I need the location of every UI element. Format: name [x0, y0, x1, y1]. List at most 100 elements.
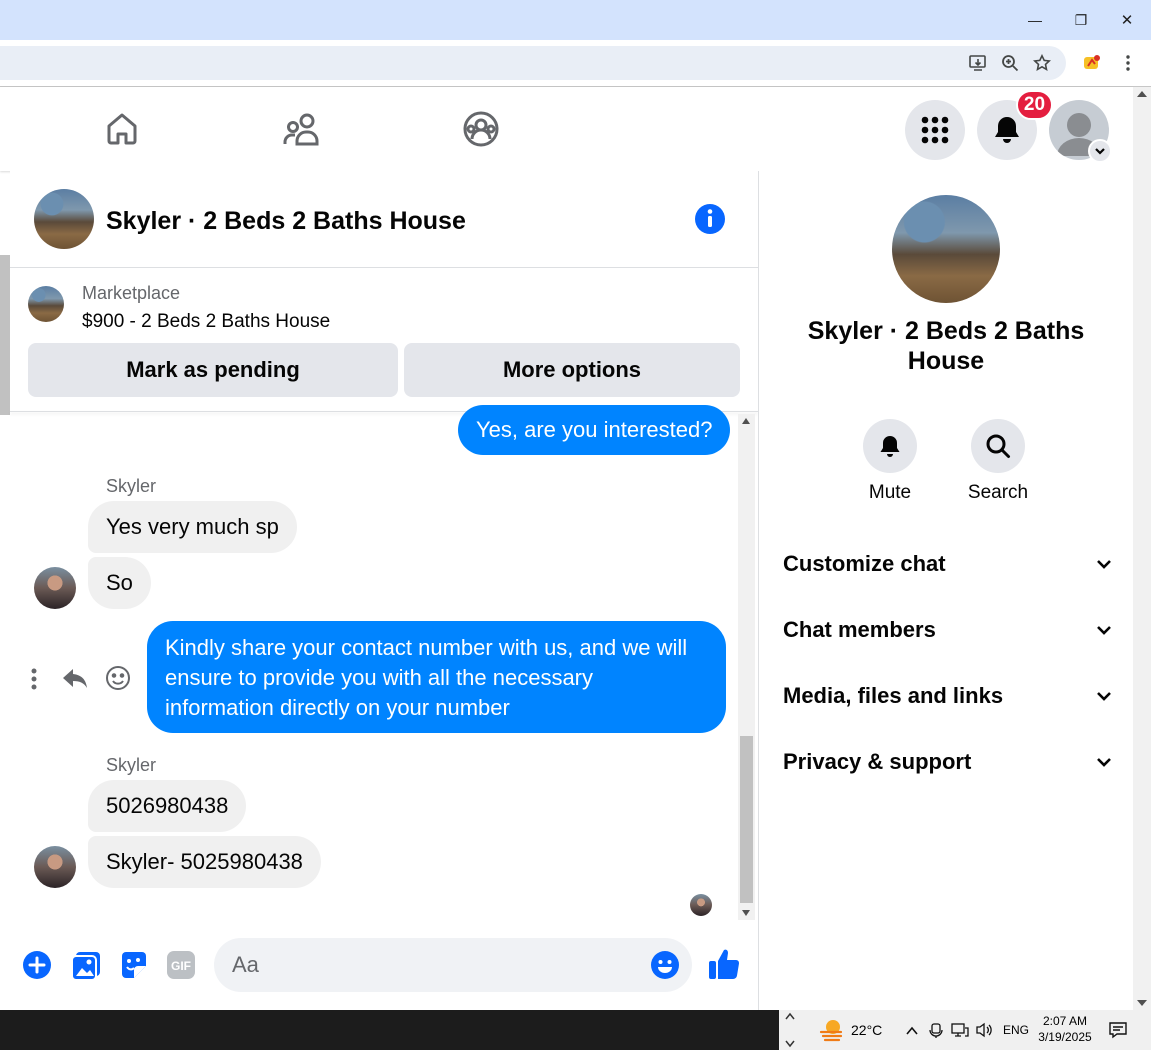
sender-avatar[interactable] [34, 567, 76, 609]
outgoing-message[interactable]: Kindly share your contact number with us… [147, 621, 726, 733]
left-scrollbar-thumb[interactable] [0, 255, 10, 415]
section-title: Chat members [783, 617, 936, 642]
outgoing-message[interactable]: Yes, are you interested? [458, 405, 731, 455]
conversation-photo[interactable] [892, 195, 1000, 303]
tray-scroll-arrows[interactable] [783, 1012, 797, 1048]
notification-center-button[interactable] [1109, 1021, 1127, 1044]
incoming-message[interactable]: So [88, 557, 151, 609]
minimize-icon: — [1028, 12, 1042, 28]
emoji-icon [651, 951, 679, 979]
message-line: information directly on your number [165, 695, 510, 720]
section-title: Privacy & support [783, 749, 972, 774]
more-vertical-icon [31, 668, 37, 690]
home-nav-button[interactable] [100, 109, 144, 149]
section-title: Customize chat [783, 551, 946, 576]
message-line: Kindly share your contact number with us… [165, 635, 688, 660]
minimize-button[interactable]: — [1020, 8, 1050, 32]
chat-scrollbar-thumb[interactable] [740, 736, 753, 903]
menu-button[interactable] [905, 100, 965, 160]
chevron-up-icon [906, 1026, 918, 1035]
chevron-down-icon [1097, 560, 1111, 569]
sticker-button[interactable] [118, 950, 150, 982]
message-more-button[interactable] [24, 665, 44, 693]
section-title: Media, files and links [783, 683, 1004, 708]
sticker-icon [122, 952, 146, 978]
marketplace-label: Marketplace [82, 283, 181, 303]
media-files-links-section[interactable]: Media, files and links [783, 676, 1113, 716]
more-actions-button[interactable] [22, 950, 52, 980]
notification-count-badge: 20 [1016, 90, 1053, 120]
message-input[interactable] [214, 938, 692, 992]
home-icon [107, 113, 137, 145]
listing-title[interactable]: $900 - 2 Beds 2 Baths House [82, 311, 330, 333]
incoming-message[interactable]: 5026980438 [88, 780, 247, 832]
chevron-down-icon [1097, 758, 1111, 767]
input-language[interactable]: ENG [1003, 1023, 1029, 1037]
customize-chat-section[interactable]: Customize chat [783, 544, 1113, 584]
reply-icon [63, 669, 87, 688]
emoji-button[interactable] [650, 950, 680, 980]
incoming-message[interactable]: Skyler- 5025980438 [88, 836, 321, 888]
grid-menu-icon [921, 116, 949, 144]
react-button[interactable] [104, 664, 132, 692]
volume-icon[interactable] [975, 1022, 993, 1043]
svg-text:GIF: GIF [171, 959, 191, 973]
weather-icon[interactable] [819, 1018, 845, 1042]
clock[interactable]: 2:07 AM 3/19/2025 [1035, 1013, 1095, 1045]
search-conversation-button[interactable] [971, 419, 1025, 473]
restore-icon: ❐ [1074, 11, 1088, 28]
privacy-support-section[interactable]: Privacy & support [783, 742, 1113, 782]
show-hidden-icons[interactable] [905, 1023, 919, 1041]
browser-menu-icon[interactable] [1116, 51, 1140, 75]
info-icon [695, 204, 725, 234]
bookmark-star-icon[interactable] [1030, 51, 1054, 75]
chevron-down-icon [1097, 626, 1111, 635]
gif-icon: GIF [167, 951, 195, 979]
friends-nav-button[interactable] [279, 109, 323, 149]
attach-photo-button[interactable] [70, 950, 102, 982]
smiley-icon [106, 666, 130, 690]
search-label: Search [967, 482, 1029, 503]
mark-as-pending-button[interactable]: Mark as pending [28, 343, 398, 397]
extension-icon[interactable] [1080, 51, 1104, 75]
listing-thumbnail[interactable] [28, 286, 64, 322]
close-window-button[interactable]: ✕ [1112, 8, 1142, 32]
message-line: ensure to provide you with all the neces… [165, 665, 594, 690]
zoom-icon[interactable] [998, 51, 1022, 75]
sender-avatar[interactable] [34, 846, 76, 888]
search-icon [986, 434, 1010, 458]
plus-circle-icon [23, 951, 51, 979]
photo-gallery-icon [71, 952, 100, 981]
bell-icon [880, 436, 900, 457]
browser-title-bar [0, 0, 1151, 40]
like-button[interactable] [707, 947, 743, 983]
chat-title[interactable]: Skyler · 2 Beds 2 Baths House [106, 207, 466, 236]
reply-button[interactable] [61, 664, 91, 694]
close-icon: ✕ [1120, 12, 1134, 29]
seen-indicator-avatar [690, 894, 712, 916]
address-bar[interactable] [0, 46, 1066, 80]
sender-name: Skyler [106, 476, 157, 496]
install-app-icon[interactable] [966, 51, 990, 75]
clock-time: 2:07 AM [1042, 1014, 1088, 1028]
mute-button[interactable] [863, 419, 917, 473]
chevron-down-icon [1095, 148, 1105, 155]
more-options-button[interactable]: More options [404, 343, 740, 397]
page-scrollbar[interactable] [1133, 87, 1151, 1010]
meet-now-icon[interactable] [929, 1022, 943, 1043]
groups-nav-button[interactable] [459, 109, 503, 149]
conversation-info-button[interactable] [694, 203, 726, 235]
bell-icon [995, 117, 1019, 143]
gif-button[interactable]: GIF [166, 950, 196, 980]
weather-temperature[interactable]: 22°C [851, 1022, 882, 1038]
restore-button[interactable]: ❐ [1066, 8, 1096, 32]
system-tray: 22°C ENG 2:07 AM 3/19/2025 [779, 1010, 1151, 1050]
sender-name: Skyler [106, 755, 157, 775]
incoming-message[interactable]: Yes very much sp [88, 501, 297, 553]
chat-members-section[interactable]: Chat members [783, 610, 1113, 650]
friends-icon [283, 113, 319, 146]
chat-avatar[interactable] [34, 189, 94, 249]
account-menu-button[interactable] [1088, 139, 1112, 163]
notifications-icon [1109, 1022, 1127, 1039]
network-icon[interactable] [951, 1022, 969, 1043]
